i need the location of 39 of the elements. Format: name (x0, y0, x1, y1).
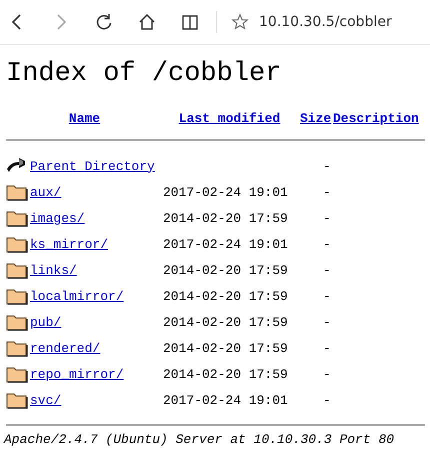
modified-date: 2014-02-20 17:59 (163, 366, 288, 382)
modified-date: 2014-02-20 17:59 (163, 314, 288, 330)
modified-date: 2017-02-24 19:01 (163, 392, 288, 408)
modified-date: 2014-02-20 17:59 (163, 210, 288, 226)
directory-link[interactable]: Parent Directory (30, 158, 155, 174)
size-cell: - (323, 262, 331, 278)
column-header-link[interactable]: Size (296, 111, 333, 126)
modified-date: 2014-02-20 17:59 (163, 288, 288, 304)
directory-link[interactable]: repo_mirror/ (30, 366, 124, 382)
home-icon[interactable] (137, 12, 157, 32)
size-cell: - (323, 210, 331, 226)
directory-link[interactable]: links/ (30, 262, 77, 278)
star-icon[interactable] (231, 13, 249, 31)
directory-link[interactable]: localmirror/ (30, 288, 124, 304)
column-header-link[interactable]: Last modified (163, 111, 296, 126)
column-header-link[interactable]: Name (6, 111, 163, 126)
size-cell: - (323, 314, 331, 330)
size-cell: - (323, 236, 331, 252)
refresh-icon[interactable] (94, 12, 114, 32)
directory-link[interactable]: images/ (30, 210, 85, 226)
directory-link[interactable]: svc/ (30, 392, 62, 408)
size-cell: - (323, 184, 331, 200)
modified-date: 2017-02-24 19:01 (163, 236, 288, 252)
directory-link[interactable]: rendered/ (30, 340, 100, 356)
column-header-link[interactable]: Description (333, 111, 430, 126)
modified-date: 2014-02-20 17:59 (163, 262, 288, 278)
directory-link[interactable]: ks_mirror/ (30, 236, 108, 252)
modified-date: 2017-02-24 19:01 (163, 184, 288, 200)
address-field[interactable]: 10.10.30.5/cobbler (259, 14, 392, 30)
size-cell: - (323, 288, 331, 304)
size-cell: - (323, 340, 331, 356)
size-cell: - (323, 392, 331, 408)
size-cell: - (323, 366, 331, 382)
server-signature: Apache/2.4.7 (Ubuntu) Server at 10.10.30.3 Port 80 (4, 432, 396, 447)
directory-link[interactable]: pub/ (30, 314, 62, 330)
page-title: Index of /cobbler (6, 59, 282, 89)
modified-date: 2014-02-20 17:59 (163, 340, 288, 356)
directory-link[interactable]: aux/ (30, 184, 62, 200)
size-cell: - (323, 158, 331, 174)
